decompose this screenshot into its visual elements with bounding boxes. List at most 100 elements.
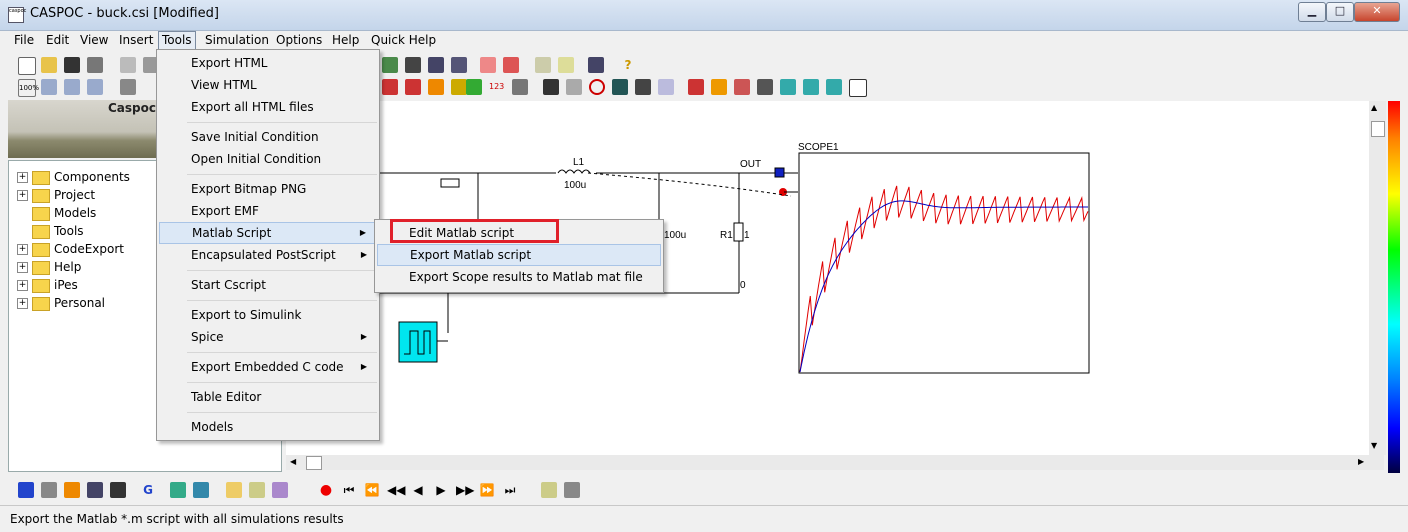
out-probe[interactable]: [774, 167, 785, 178]
menu-edit[interactable]: Edit: [43, 32, 72, 49]
label-icon[interactable]: [451, 79, 467, 95]
menu-item-matlab-script[interactable]: Matlab Script ▶: [159, 222, 377, 244]
vertical-scrollbar[interactable]: ▲ ▼: [1369, 101, 1386, 455]
menu-simulation[interactable]: Simulation: [202, 32, 272, 49]
play-icon[interactable]: ▶: [433, 482, 449, 498]
expand-icon[interactable]: +: [17, 262, 28, 273]
menu-item-table-editor[interactable]: Table Editor: [159, 386, 377, 408]
scope-frame[interactable]: [798, 152, 1090, 374]
menu-tools[interactable]: Tools: [158, 31, 196, 50]
windows-icon[interactable]: [541, 482, 557, 498]
fast-forward-icon[interactable]: ⏩: [479, 482, 495, 498]
component-icon[interactable]: [535, 57, 551, 73]
menu-item-export-embedded-c[interactable]: Export Embedded C code ▶: [159, 356, 377, 378]
new-icon[interactable]: [18, 57, 36, 75]
counter-icon[interactable]: 123: [489, 79, 505, 95]
menu-item-export-to-simulink[interactable]: Export to Simulink: [159, 304, 377, 326]
menu-item-export-emf[interactable]: Export EMF: [159, 200, 377, 222]
filter-icon[interactable]: [734, 79, 750, 95]
library-icon[interactable]: [558, 57, 574, 73]
probe-icon[interactable]: [382, 79, 398, 95]
menu-help[interactable]: Help: [329, 32, 362, 49]
swap-icon[interactable]: [588, 57, 604, 73]
chip3-icon[interactable]: [826, 79, 842, 95]
menu-item-open-initial-condition[interactable]: Open Initial Condition: [159, 148, 377, 170]
block-icon[interactable]: [466, 79, 482, 95]
save-icon[interactable]: [64, 57, 80, 73]
menu-item-export-all-html[interactable]: Export all HTML files: [159, 96, 377, 118]
source-icon[interactable]: [428, 79, 444, 95]
menu-item-start-cscript[interactable]: Start Cscript: [159, 274, 377, 296]
menu-item-export-html[interactable]: Export HTML: [159, 52, 377, 74]
chip-icon[interactable]: [780, 79, 796, 95]
tree-item[interactable]: + CodeExport: [17, 240, 124, 258]
tree-item[interactable]: + iPes: [17, 276, 78, 294]
grid-icon[interactable]: [566, 79, 582, 95]
doc-icon[interactable]: [41, 482, 57, 498]
step-forward-icon[interactable]: ▶▶: [456, 482, 474, 498]
zoom-width-icon[interactable]: [64, 79, 80, 95]
scroll-down-icon[interactable]: ▼: [1371, 441, 1377, 450]
chip2-icon[interactable]: [803, 79, 819, 95]
disconnect-icon[interactable]: [503, 57, 519, 73]
ic-icon[interactable]: [110, 482, 126, 498]
menu-file[interactable]: File: [11, 32, 37, 49]
network-icon[interactable]: [170, 482, 186, 498]
zoom-fit-icon[interactable]: [41, 79, 57, 95]
expand-icon[interactable]: +: [17, 190, 28, 201]
menu-item-encapsulated-postscript[interactable]: Encapsulated PostScript ▶: [159, 244, 377, 266]
stack-icon[interactable]: [564, 482, 580, 498]
record-icon[interactable]: ●: [318, 482, 334, 498]
tree-item[interactable]: Tools: [17, 222, 84, 240]
target-icon[interactable]: [688, 79, 704, 95]
flag-icon[interactable]: [18, 482, 34, 498]
blocks-icon[interactable]: [87, 482, 103, 498]
expand-icon[interactable]: +: [17, 298, 28, 309]
align-icon[interactable]: [428, 57, 444, 73]
gear-icon[interactable]: [711, 79, 727, 95]
cut-icon[interactable]: [120, 57, 136, 73]
scroll-up-icon[interactable]: ▲: [1371, 103, 1377, 112]
brush-icon[interactable]: [272, 482, 288, 498]
expand-icon[interactable]: +: [17, 172, 28, 183]
tree-item[interactable]: + Personal: [17, 294, 105, 312]
fill-icon[interactable]: [612, 79, 628, 95]
open-icon[interactable]: [41, 57, 57, 73]
chart-icon[interactable]: [658, 79, 674, 95]
app-icon[interactable]: caspoc: [8, 7, 26, 23]
scroll-left-icon[interactable]: ◀: [290, 457, 296, 466]
fast-back-icon[interactable]: ⏪: [364, 482, 380, 498]
menu-item-export-bitmap-png[interactable]: Export Bitmap PNG: [159, 178, 377, 200]
maximize-button[interactable]: □: [1326, 2, 1354, 22]
g-icon[interactable]: G: [140, 482, 156, 498]
node-icon[interactable]: [120, 79, 136, 95]
menu-item-export-matlab-script[interactable]: Export Matlab script: [377, 244, 661, 266]
table-icon[interactable]: [849, 79, 867, 97]
menu-insert[interactable]: Insert: [116, 32, 156, 49]
network2-icon[interactable]: [193, 482, 209, 498]
list-icon[interactable]: [405, 57, 421, 73]
print-icon[interactable]: [87, 57, 103, 73]
connect-icon[interactable]: [480, 57, 496, 73]
image-icon[interactable]: [226, 482, 242, 498]
menu-quick-help[interactable]: Quick Help: [368, 32, 439, 49]
menu-item-save-initial-condition[interactable]: Save Initial Condition: [159, 126, 377, 148]
table-list-icon[interactable]: [757, 79, 773, 95]
tree-item[interactable]: + Help: [17, 258, 81, 276]
cross-icon[interactable]: [543, 79, 559, 95]
tree-item[interactable]: Models: [17, 204, 96, 222]
bars-icon[interactable]: [635, 79, 651, 95]
last-icon[interactable]: ⏭: [502, 482, 518, 498]
minimize-button[interactable]: ▁: [1298, 2, 1326, 22]
distribute-icon[interactable]: [451, 57, 467, 73]
first-icon[interactable]: ⏮: [341, 482, 357, 498]
close-button[interactable]: ✕: [1354, 2, 1400, 22]
numbers-icon[interactable]: [64, 482, 80, 498]
back-icon[interactable]: ◀◀: [387, 482, 405, 498]
vscroll-thumb[interactable]: [1371, 121, 1385, 137]
hscroll-thumb[interactable]: [306, 456, 322, 470]
tree-item[interactable]: + Components: [17, 168, 130, 186]
menu-item-export-scope-results[interactable]: Export Scope results to Matlab mat file: [377, 266, 661, 288]
plot-icon[interactable]: [382, 57, 398, 73]
step-back-icon[interactable]: ◀: [410, 482, 426, 498]
